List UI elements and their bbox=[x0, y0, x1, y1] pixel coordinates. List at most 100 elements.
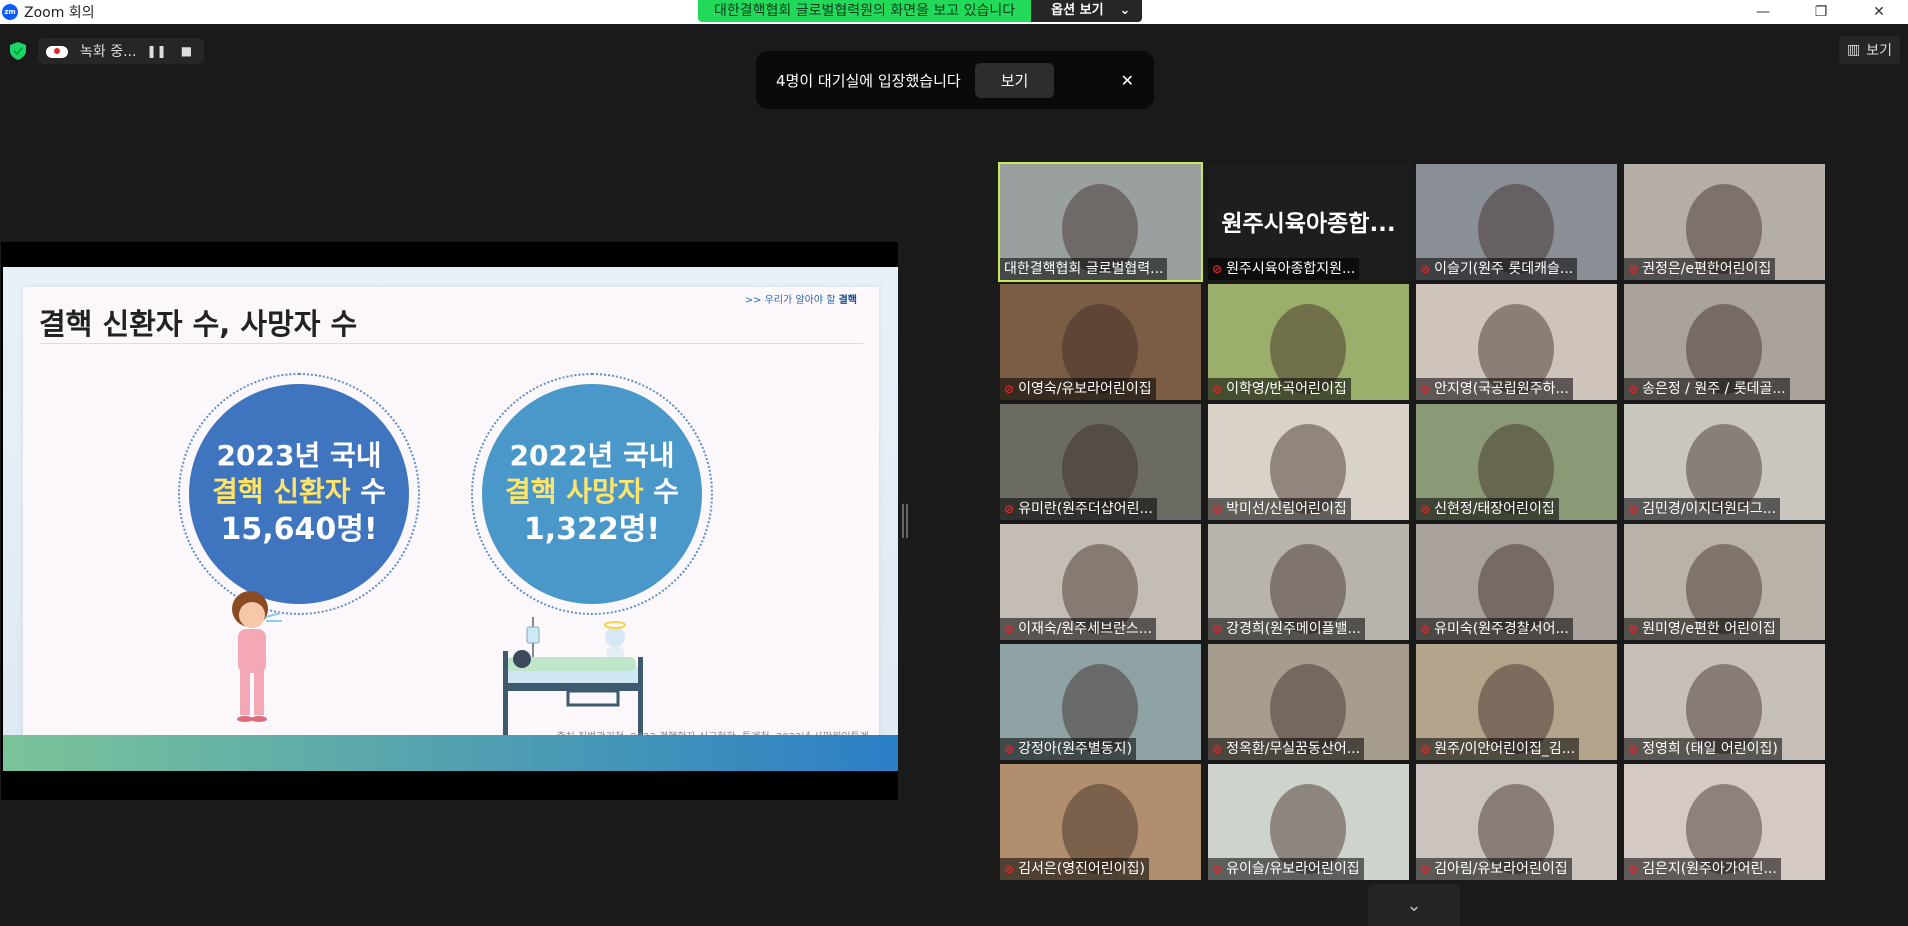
participant-name: 김은지(원주아가어린... bbox=[1642, 861, 1777, 877]
participant-tile[interactable]: 원주시육아종합... ⊘ 원주시육아종합지원... bbox=[1208, 164, 1409, 280]
muted-microphone-icon: ⊘ bbox=[1420, 862, 1431, 876]
muted-microphone-icon: ⊘ bbox=[1004, 502, 1015, 516]
close-window-button[interactable]: ✕ bbox=[1850, 0, 1908, 24]
participant-name: 원주시육아종합지원... bbox=[1226, 261, 1356, 277]
participant-name: 김아림/유보라어린이집 bbox=[1434, 861, 1568, 877]
participant-name-bar: ⊘ 김민경/이지더원더그... bbox=[1624, 498, 1781, 520]
cloud-record-icon bbox=[46, 44, 70, 58]
deaths-value: 1,322명! bbox=[523, 512, 661, 547]
muted-microphone-icon: ⊘ bbox=[1420, 382, 1431, 396]
participant-tile[interactable]: ⊘ 이재숙/원주세브란스... bbox=[1000, 524, 1201, 640]
restore-button[interactable]: ❐ bbox=[1792, 0, 1850, 24]
participant-name: 강경희(원주메이플밸... bbox=[1226, 621, 1361, 637]
participant-tile[interactable]: ⊘ 김민경/이지더원더그... bbox=[1624, 404, 1825, 520]
participant-name: 강정아(원주별동지) bbox=[1018, 741, 1133, 757]
minimize-button[interactable]: — bbox=[1734, 0, 1792, 24]
participant-name-bar: ⊘ 김서은(영진어린이집) bbox=[1000, 858, 1149, 880]
participant-gallery: 대한결핵협회 글로벌협력... 원주시육아종합... ⊘ 원주시육아종합지원... ⊘ 이… bbox=[998, 162, 1826, 880]
deaths-year: 2022년 국내 bbox=[509, 439, 675, 472]
participant-tile[interactable]: ⊘ 강경희(원주메이플밸... bbox=[1208, 524, 1409, 640]
participant-name-bar: ⊘ 원미영/e편한 어린이집 bbox=[1624, 618, 1780, 640]
participant-name: 원미영/e편한 어린이집 bbox=[1642, 621, 1776, 637]
waiting-room-view-button[interactable]: 보기 bbox=[974, 62, 1055, 98]
zoom-logo-icon: zm bbox=[2, 4, 18, 20]
view-options-label: 옵션 보기 bbox=[1051, 3, 1104, 18]
muted-microphone-icon: ⊘ bbox=[1628, 742, 1639, 756]
participant-name: 이슬기(원주 롯데캐슬... bbox=[1434, 261, 1574, 277]
participant-tile[interactable]: ⊘ 송은정 / 원주 / 롯데골... bbox=[1624, 284, 1825, 400]
participant-tile[interactable]: ⊘ 김은지(원주아가어린... bbox=[1624, 764, 1825, 880]
participant-tile[interactable]: ⊘ 안지영(국공립원주하... bbox=[1416, 284, 1617, 400]
participant-name: 이학영/반곡어린이집 bbox=[1226, 381, 1347, 397]
participant-tile[interactable]: ⊘ 강정아(원주별동지) bbox=[1000, 644, 1201, 760]
recording-indicator: 녹화 중... ❚❚ ■ bbox=[38, 38, 205, 64]
participant-tile[interactable]: 대한결핵협회 글로벌협력... bbox=[998, 162, 1203, 282]
window-controls: — ❐ ✕ bbox=[1734, 0, 1908, 24]
muted-microphone-icon: ⊘ bbox=[1212, 622, 1223, 636]
participant-tile[interactable]: ⊘ 권정은/e편한어린이집 bbox=[1624, 164, 1825, 280]
participant-name: 김민경/이지더원더그... bbox=[1642, 501, 1777, 517]
muted-microphone-icon: ⊘ bbox=[1420, 622, 1431, 636]
deaths-label: 결핵 사망자 수 bbox=[504, 475, 680, 508]
participant-name-bar: ⊘ 이학영/반곡어린이집 bbox=[1208, 378, 1351, 400]
participant-name-bar: ⊘ 유미숙(원주경찰서어... bbox=[1416, 618, 1573, 640]
participant-tile[interactable]: ⊘ 이학영/반곡어린이집 bbox=[1208, 284, 1409, 400]
participant-name-bar: ⊘ 원주/이안어린이집_김... bbox=[1416, 738, 1580, 760]
participant-tile[interactable]: ⊘ 이영숙/유보라어린이집 bbox=[1000, 284, 1201, 400]
participant-name-bar: ⊘ 김은지(원주아가어린... bbox=[1624, 858, 1781, 880]
coughing-person-illustration bbox=[232, 591, 282, 722]
slide-card: >> 우리가 알아야 할 결핵 결핵 신환자 수, 사망자 수 2023년 국내… bbox=[23, 287, 879, 747]
slide-divider bbox=[39, 343, 863, 344]
shared-screen: >> 우리가 알아야 할 결핵 결핵 신환자 수, 사망자 수 2023년 국내… bbox=[1, 242, 898, 800]
participant-name-bar: ⊘ 신현정/태장어린이집 bbox=[1416, 498, 1559, 520]
participant-name-bar: ⊘ 이재숙/원주세브란스... bbox=[1000, 618, 1157, 640]
gallery-scroll-down-button[interactable]: ⌄ bbox=[1368, 884, 1460, 926]
view-layout-button[interactable]: ▥ 보기 bbox=[1839, 36, 1900, 64]
screen-share-banner: 대한결핵협회 글로벌협력원의 화면을 보고 있습니다 옵션 보기 ⌄ bbox=[698, 0, 1143, 22]
participant-tile[interactable]: ⊘ 원주/이안어린이집_김... bbox=[1416, 644, 1617, 760]
new-cases-label: 결핵 신환자 수 bbox=[211, 475, 387, 508]
muted-microphone-icon: ⊘ bbox=[1628, 262, 1639, 276]
participant-name: 정옥환/무실꿈동산어... bbox=[1226, 741, 1361, 757]
muted-microphone-icon: ⊘ bbox=[1004, 742, 1015, 756]
participant-name-bar: ⊘ 송은정 / 원주 / 롯데골... bbox=[1624, 378, 1790, 400]
participant-name: 유미숙(원주경찰서어... bbox=[1434, 621, 1569, 637]
participant-tile[interactable]: ⊘ 신현정/태장어린이집 bbox=[1416, 404, 1617, 520]
muted-microphone-icon: ⊘ bbox=[1628, 502, 1639, 516]
stop-recording-icon[interactable]: ■ bbox=[176, 44, 196, 58]
participant-name: 원주/이안어린이집_김... bbox=[1434, 741, 1576, 757]
participant-tile[interactable]: ⊘ 정옥환/무실꿈동산어... bbox=[1208, 644, 1409, 760]
participant-tile[interactable]: ⊘ 유이슬/유보라어린이집 bbox=[1208, 764, 1409, 880]
participant-name-bar: ⊘ 이슬기(원주 롯데캐슬... bbox=[1416, 258, 1578, 280]
participant-tile[interactable]: ⊘ 김서은(영진어린이집) bbox=[1000, 764, 1201, 880]
participant-tile[interactable]: ⊘ 유미란(원주더샵어린... bbox=[1000, 404, 1201, 520]
participant-name-bar: ⊘ 강정아(원주별동지) bbox=[1000, 738, 1137, 760]
view-options-button[interactable]: 옵션 보기 ⌄ bbox=[1031, 0, 1143, 22]
muted-microphone-icon: ⊘ bbox=[1212, 382, 1223, 396]
chevron-down-icon: ⌄ bbox=[1119, 3, 1131, 18]
muted-microphone-icon: ⊘ bbox=[1420, 742, 1431, 756]
pause-recording-icon[interactable]: ❚❚ bbox=[146, 44, 166, 58]
close-icon[interactable]: ✕ bbox=[1121, 71, 1134, 90]
participant-name: 유미란(원주더샵어린... bbox=[1018, 501, 1153, 517]
participant-tile[interactable]: ⊘ 원미영/e편한 어린이집 bbox=[1624, 524, 1825, 640]
deaths-circle: 2022년 국내 결핵 사망자 수 1,322명! bbox=[471, 373, 713, 615]
participant-name: 대한결핵협회 글로벌협력... bbox=[1004, 261, 1164, 277]
participant-name: 이영숙/유보라어린이집 bbox=[1018, 381, 1152, 397]
participant-tile[interactable]: ⊘ 김아림/유보라어린이집 bbox=[1416, 764, 1617, 880]
participant-tile[interactable]: ⊘ 정영희 (태일 어린이집) bbox=[1624, 644, 1825, 760]
new-cases-value: 15,640명! bbox=[220, 512, 378, 547]
participant-name: 신현정/태장어린이집 bbox=[1434, 501, 1555, 517]
participant-tile[interactable]: ⊘ 유미숙(원주경찰서어... bbox=[1416, 524, 1617, 640]
participant-name-placeholder: 원주시육아종합... bbox=[1221, 211, 1396, 237]
participant-tile[interactable]: ⊘ 이슬기(원주 롯데캐슬... bbox=[1416, 164, 1617, 280]
muted-microphone-icon: ⊘ bbox=[1004, 622, 1015, 636]
pane-resize-handle[interactable] bbox=[902, 504, 908, 538]
participant-name: 송은정 / 원주 / 롯데골... bbox=[1642, 381, 1786, 397]
muted-microphone-icon: ⊘ bbox=[1004, 382, 1015, 396]
muted-microphone-icon: ⊘ bbox=[1212, 742, 1223, 756]
shield-icon[interactable] bbox=[8, 41, 28, 61]
participant-name: 정영희 (태일 어린이집) bbox=[1642, 741, 1778, 757]
recording-label: 녹화 중... bbox=[80, 44, 137, 60]
participant-tile[interactable]: ⊘ 박미선/신림어린이집 bbox=[1208, 404, 1409, 520]
